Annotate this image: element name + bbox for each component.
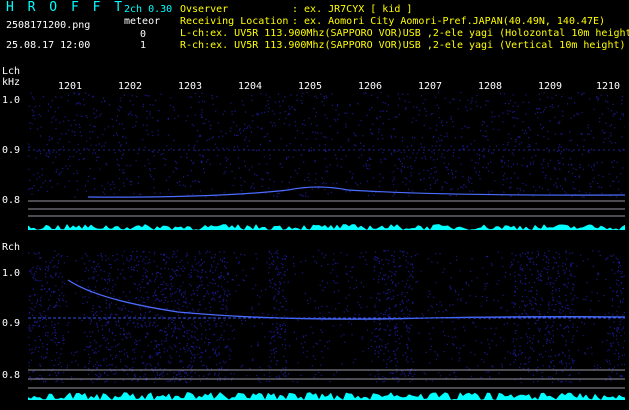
time-tick-1201: 1201 <box>58 81 83 92</box>
lch-tick-1: 1.0 <box>2 95 21 106</box>
datetime-label: 25.08.17 12:00 <box>6 40 91 51</box>
meteor-trace <box>67 279 625 320</box>
time-tick-1209: 1209 <box>538 81 563 92</box>
rch-tick-3: 0.8 <box>2 370 21 381</box>
time-tick-1210: 1210 <box>596 81 621 92</box>
time-tick-1208: 1208 <box>478 81 503 92</box>
app-logo: H R O F F T <box>6 0 126 15</box>
meteor-count-lch: 0 <box>140 29 147 40</box>
lch-info: L-ch:ex. UV5R 113.900Mhz(SAPPORO VOR)USB… <box>180 28 629 39</box>
time-tick-1202: 1202 <box>118 81 143 92</box>
lch-tick-2: 0.9 <box>2 145 21 156</box>
rch-spectrogram <box>28 250 625 400</box>
location-value: : ex. Aomori City Aomori-Pref.JAPAN(40.4… <box>292 16 606 27</box>
rch-tick-1: 1.0 <box>2 268 21 279</box>
time-tick-1207: 1207 <box>418 81 443 92</box>
lch-unit: kHz <box>2 77 21 88</box>
time-tick-1205: 1205 <box>298 81 323 92</box>
lch-spectrogram-canvas <box>28 92 625 230</box>
signal-strength-bar <box>28 392 625 400</box>
location-label: Receiving Location <box>180 16 289 27</box>
meteor-count-rch: 1 <box>140 40 147 51</box>
observer-value: : ex. JR7CYX [ kid ] <box>292 4 413 15</box>
lch-label: Lch <box>2 66 21 77</box>
meteor-label: meteor <box>124 16 161 27</box>
filename-label: 2508171200.png <box>6 20 91 31</box>
lch-tick-3: 0.8 <box>2 195 21 206</box>
signal-strength-bar <box>28 224 625 230</box>
rch-label: Rch <box>2 242 21 253</box>
time-tick-1203: 1203 <box>178 81 203 92</box>
lch-spectrogram <box>28 92 625 230</box>
time-tick-1204: 1204 <box>238 81 263 92</box>
rch-spectrogram-canvas <box>28 250 625 400</box>
noise-texture <box>28 92 625 198</box>
observer-label: Ovserver <box>180 4 229 15</box>
carrier-trace <box>87 186 625 198</box>
version-label: 2ch 0.30 <box>124 4 173 15</box>
rch-info: R-ch:ex. UV5R 113.900Mhz(SAPPORO VOR)USB… <box>180 40 626 51</box>
rch-tick-2: 0.9 <box>2 318 21 329</box>
time-tick-1206: 1206 <box>358 81 383 92</box>
